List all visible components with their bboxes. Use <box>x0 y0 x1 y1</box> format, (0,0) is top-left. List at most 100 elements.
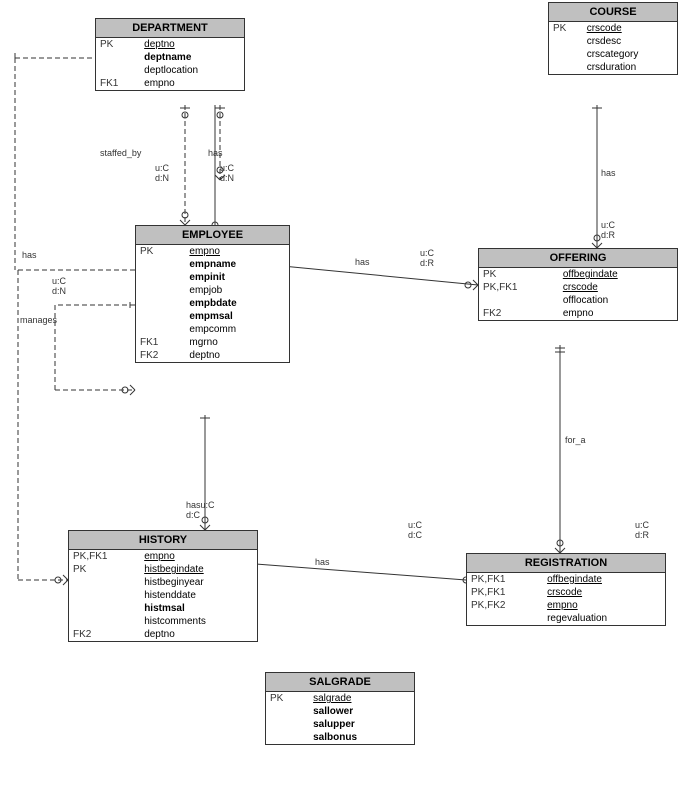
off-fk2-label: FK2 <box>479 307 559 320</box>
off-pk-label-1: PK <box>479 268 559 281</box>
sal-attr-sallower: sallower <box>309 705 414 718</box>
label-uc-dn-has: u:Cd:N <box>220 163 234 183</box>
label-has-emp-off: has <box>355 257 370 267</box>
emp-pk-empno: empno <box>185 245 289 258</box>
dept-attr-label-2 <box>96 64 140 77</box>
course-pk-label: PK <box>549 22 583 35</box>
sal-pk-label: PK <box>266 692 309 705</box>
course-attr-crscategory: crscategory <box>583 48 677 61</box>
entity-registration-header: REGISTRATION <box>467 554 665 573</box>
label-uc-dn-has-left: u:Cd:N <box>52 276 66 296</box>
hist-pk-histbegindate: histbegindate <box>140 563 257 576</box>
off-attr-offlocation: offlocation <box>559 294 677 307</box>
entity-salgrade-header: SALGRADE <box>266 673 414 692</box>
label-uc-dc-reg: u:Cd:C <box>408 520 422 540</box>
off-pk-crscode: crscode <box>559 281 677 294</box>
emp-attr-deptno: deptno <box>185 349 289 362</box>
diagram-container: staffed_by has has has for_a manages has… <box>0 0 690 803</box>
emp-attr-empcomm: empcomm <box>185 323 289 336</box>
entity-employee-header: EMPLOYEE <box>136 226 289 245</box>
course-attr-label-2 <box>549 48 583 61</box>
emp-attr-empname: empname <box>185 258 289 271</box>
label-uc-dr-reg2: u:Cd:R <box>635 520 649 540</box>
entity-department: DEPARTMENT PK deptno deptname deptlocati… <box>95 18 245 91</box>
hist-pk-empno: empno <box>140 550 257 563</box>
off-pk-fk1-label: PK,FK1 <box>479 281 559 294</box>
emp-pk-label: PK <box>136 245 185 258</box>
emp-attr-label-1 <box>136 258 185 271</box>
reg-pk-empno: empno <box>543 599 665 612</box>
sal-attr-salupper: salupper <box>309 718 414 731</box>
course-attr-crsduration: crsduration <box>583 61 677 74</box>
entity-offering-header: OFFERING <box>479 249 677 268</box>
hist-pk-label: PK <box>69 563 140 576</box>
label-has-hist-reg: has <box>315 557 330 567</box>
emp-attr-label-6 <box>136 323 185 336</box>
hist-attr-label-1 <box>69 576 140 589</box>
entity-employee: EMPLOYEE PK empno empname empinit empjob… <box>135 225 290 363</box>
dept-pk-deptno: deptno <box>140 38 244 51</box>
off-pk-offbegindate: offbegindate <box>559 268 677 281</box>
label-has-left: has <box>22 250 37 260</box>
hist-attr-label-3 <box>69 602 140 615</box>
hist-fk2-label: FK2 <box>69 628 140 641</box>
sal-pk-salgrade: salgrade <box>309 692 414 705</box>
dept-attr-deptlocation: deptlocation <box>140 64 244 77</box>
label-has-course-off: has <box>601 168 616 178</box>
off-attr-label-1 <box>479 294 559 307</box>
course-attr-crsdesc: crsdesc <box>583 35 677 48</box>
sal-attr-label-1 <box>266 705 309 718</box>
label-hasu-c-dc: hasu:Cd:C <box>186 500 215 520</box>
label-manages: manages <box>20 315 57 325</box>
dept-fk1-label: FK1 <box>96 77 140 90</box>
reg-attr-label-1 <box>467 612 543 625</box>
emp-attr-empjob: empjob <box>185 284 289 297</box>
sal-attr-salbonus: salbonus <box>309 731 414 744</box>
reg-pk-fk1-label-1: PK,FK1 <box>467 573 543 586</box>
course-attr-label-1 <box>549 35 583 48</box>
entity-course-header: COURSE <box>549 3 677 22</box>
entity-salgrade: SALGRADE PK salgrade sallower salupper s… <box>265 672 415 745</box>
dept-attr-empno: empno <box>140 77 244 90</box>
sal-attr-label-2 <box>266 718 309 731</box>
dept-attr-deptname: deptname <box>140 51 244 64</box>
label-staffed-by: staffed_by <box>100 148 141 158</box>
emp-attr-empinit: empinit <box>185 271 289 284</box>
hist-attr-histmsal: histmsal <box>140 602 257 615</box>
hist-attr-deptno: deptno <box>140 628 257 641</box>
emp-fk1-label: FK1 <box>136 336 185 349</box>
course-pk-field: crscode <box>583 22 677 35</box>
label-uc-dr-emp-off: u:Cd:R <box>420 248 434 268</box>
emp-attr-label-3 <box>136 284 185 297</box>
hist-attr-histcomments: histcomments <box>140 615 257 628</box>
entity-offering: OFFERING PK offbegindate PK,FK1 crscode … <box>478 248 678 321</box>
dept-attr-label-1 <box>96 51 140 64</box>
emp-attr-empmsal: empmsal <box>185 310 289 323</box>
label-has-dept-emp: has <box>208 148 223 158</box>
label-uc-dn-staffed: u:Cd:N <box>155 163 169 183</box>
hist-attr-label-4 <box>69 615 140 628</box>
hist-attr-histenddate: histenddate <box>140 589 257 602</box>
reg-pk-offbegindate: offbegindate <box>543 573 665 586</box>
entity-history: HISTORY PK,FK1 empno PK histbegindate hi… <box>68 530 258 642</box>
off-attr-empno: empno <box>559 307 677 320</box>
entity-registration: REGISTRATION PK,FK1 offbegindate PK,FK1 … <box>466 553 666 626</box>
emp-attr-mgrno: mgrno <box>185 336 289 349</box>
emp-attr-empbdate: empbdate <box>185 297 289 310</box>
reg-pk-fk1-label-2: PK,FK1 <box>467 586 543 599</box>
label-uc-dr-course: u:Cd:R <box>601 220 615 240</box>
emp-fk2-label: FK2 <box>136 349 185 362</box>
entity-department-header: DEPARTMENT <box>96 19 244 38</box>
emp-attr-label-2 <box>136 271 185 284</box>
emp-attr-label-5 <box>136 310 185 323</box>
course-attr-label-3 <box>549 61 583 74</box>
emp-attr-label-4 <box>136 297 185 310</box>
entity-course: COURSE PK crscode crsdesc crscategory cr… <box>548 2 678 75</box>
reg-attr-regevaluation: regevaluation <box>543 612 665 625</box>
hist-attr-histbeginyear: histbeginyear <box>140 576 257 589</box>
hist-pk-fk1-label: PK,FK1 <box>69 550 140 563</box>
reg-pk-fk2-label: PK,FK2 <box>467 599 543 612</box>
hist-attr-label-2 <box>69 589 140 602</box>
dept-pk-label: PK <box>96 38 140 51</box>
sal-attr-label-3 <box>266 731 309 744</box>
